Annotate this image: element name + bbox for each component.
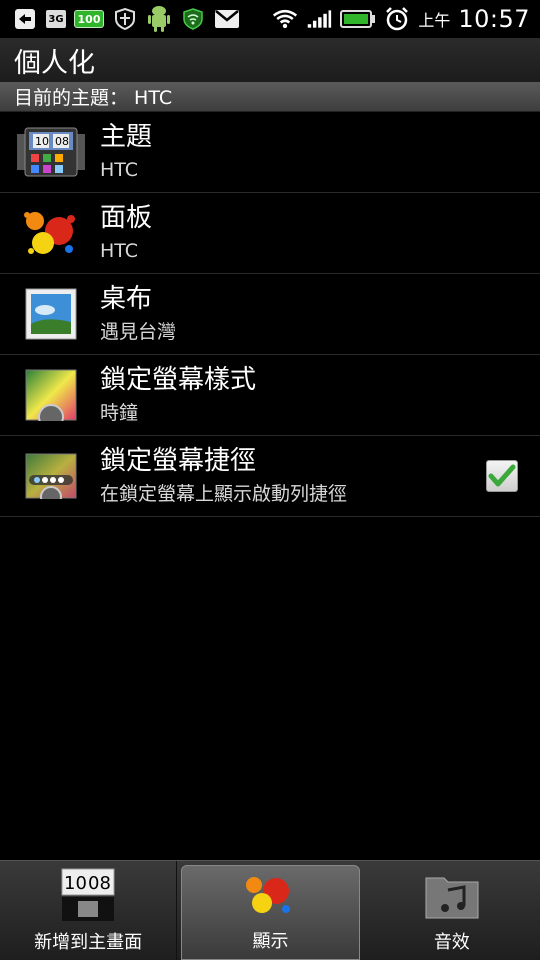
svg-text:10: 10 — [64, 873, 87, 894]
list-item-primary: 鎖定螢幕樣式 — [100, 365, 257, 395]
list-item-primary: 主題 — [100, 122, 153, 152]
list-item-primary: 桌布 — [100, 284, 153, 314]
lockscreen-shortcuts-icon — [16, 446, 86, 506]
battery-100-badge-icon: 100 — [74, 10, 104, 28]
alarm-clock-icon — [384, 6, 410, 32]
sound-music-folder-icon — [420, 866, 484, 924]
status-clock: 10:57 — [458, 5, 530, 33]
list-item-lockscreen-shortcuts[interactable]: 鎖定螢幕捷徑 在鎖定螢幕上顯示啟動列捷徑 — [0, 436, 540, 517]
tab-label: 顯示 — [252, 931, 289, 952]
status-bar-notifications: 3G 100 — [0, 6, 240, 32]
battery-icon — [340, 6, 376, 32]
list-item-lockscreen-style[interactable]: 鎖定螢幕樣式 時鐘 — [0, 355, 540, 436]
add-to-home-clock-icon: 10 08 — [56, 866, 120, 924]
back-arrow-icon — [12, 6, 38, 32]
display-paint-splash-icon — [238, 866, 302, 923]
list-item-skin[interactable]: 面板 HTC — [0, 193, 540, 274]
page-title: 個人化 — [14, 47, 95, 79]
list-item-theme[interactable]: 10 08 主題 HTC — [0, 112, 540, 193]
lockscreen-style-icon — [16, 365, 86, 425]
svg-text:08: 08 — [88, 873, 111, 894]
svg-text:10: 10 — [35, 135, 49, 148]
shield-icon — [112, 6, 138, 32]
list-item-primary: 鎖定螢幕捷徑 — [100, 446, 257, 476]
svg-text:08: 08 — [55, 135, 69, 148]
personalize-list: 10 08 主題 HTC 面板 HTC 桌布 遇見台灣 鎖定螢幕樣式 時鐘 鎖定… — [0, 112, 540, 517]
skin-paint-splash-icon — [16, 203, 86, 263]
list-item-secondary: HTC — [100, 240, 139, 262]
checkmark-icon — [488, 464, 516, 487]
wifi-signal-icon — [272, 6, 298, 32]
list-item-secondary: 時鐘 — [100, 402, 139, 424]
list-item-secondary: HTC — [100, 159, 139, 181]
current-theme-bar: 目前的主題： HTC — [0, 82, 540, 112]
wifi-shield-icon — [180, 6, 206, 32]
list-item-secondary: 遇見台灣 — [100, 321, 177, 343]
cell-signal-icon — [306, 6, 332, 32]
current-theme-label: 目前的主題： HTC — [14, 87, 173, 109]
list-item-primary: 面板 — [100, 203, 153, 233]
tab-label: 音效 — [433, 932, 470, 953]
list-item-wallpaper[interactable]: 桌布 遇見台灣 — [0, 274, 540, 355]
status-bar-system: 上午 10:57 — [272, 5, 540, 33]
tab-sound[interactable]: 音效 — [364, 861, 540, 960]
ampm-label: 上午 — [418, 11, 451, 30]
tab-display[interactable]: 顯示 — [181, 865, 360, 960]
theme-clock-icon: 10 08 — [16, 122, 86, 182]
lockscreen-shortcuts-checkbox[interactable] — [486, 460, 518, 492]
gmail-icon — [214, 6, 240, 32]
3g-badge-icon: 3G — [46, 10, 66, 28]
list-item-secondary: 在鎖定螢幕上顯示啟動列捷徑 — [100, 483, 348, 505]
wallpaper-picture-icon — [16, 284, 86, 344]
title-bar: 個人化 — [0, 38, 540, 82]
tab-label: 新增到主畫面 — [34, 932, 143, 953]
status-bar: 3G 100 上午 10:57 — [0, 0, 540, 38]
android-icon — [146, 6, 172, 32]
tab-add-to-home[interactable]: 10 08 新增到主畫面 — [0, 861, 178, 960]
bottom-tab-bar: 10 08 新增到主畫面 顯示 音效 — [0, 860, 540, 960]
